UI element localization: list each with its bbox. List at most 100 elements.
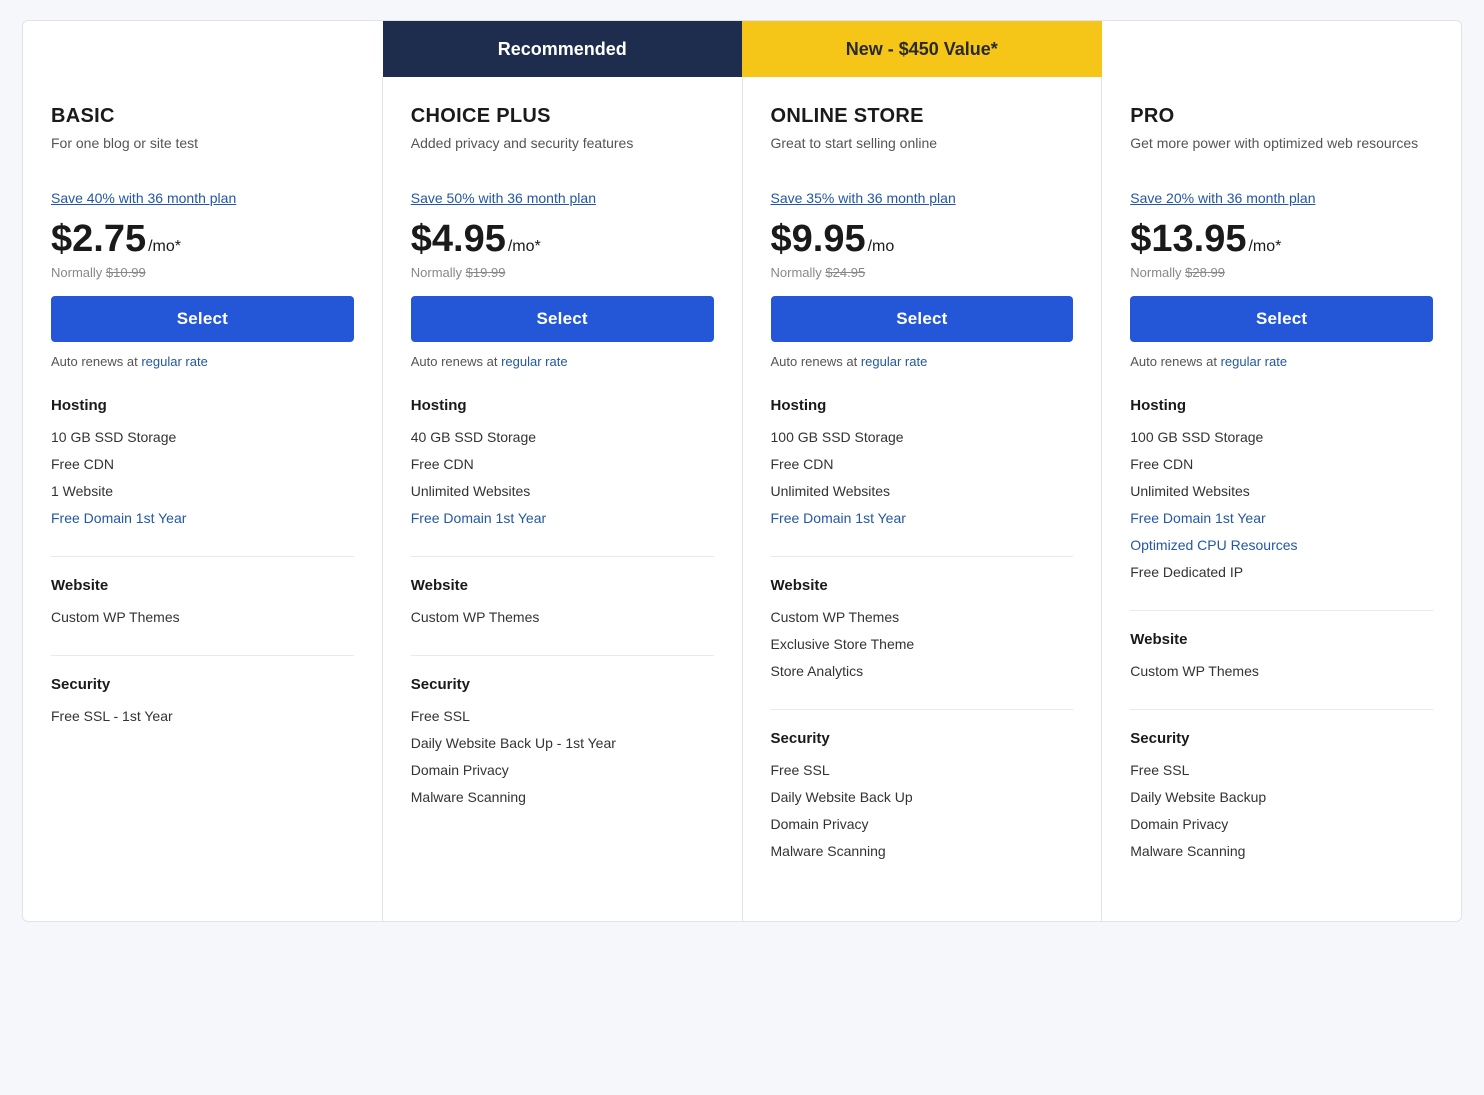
badge-recommended: Recommended [383,21,743,77]
price-row: $2.75 /mo* [51,218,354,261]
hosting-feature: Optimized CPU Resources [1130,532,1433,559]
badge-empty [1102,21,1462,77]
save-link[interactable]: Save 40% with 36 month plan [51,190,354,206]
price-period: /mo* [508,238,541,256]
save-link[interactable]: Save 20% with 36 month plan [1130,190,1433,206]
price-normally: Normally $28.99 [1130,265,1433,280]
price-normally: Normally $24.95 [771,265,1074,280]
plan-name: BASIC [51,105,354,128]
hosting-feature: 100 GB SSD Storage [771,424,1074,451]
plan-basic: BASIC For one blog or site test Save 40%… [23,77,383,921]
badge-new: New - $450 Value* [742,21,1102,77]
regular-rate-link[interactable]: regular rate [861,354,927,369]
price-row: $9.95 /mo [771,218,1074,261]
price-main: $9.95 [771,218,866,261]
auto-renew: Auto renews at regular rate [51,354,354,369]
website-section: Website Custom WP ThemesExclusive Store … [771,577,1074,685]
divider [51,556,354,557]
hosting-feature: Free Domain 1st Year [411,505,714,532]
website-feature: Custom WP Themes [51,604,354,631]
security-section: Security Free SSLDaily Website Back UpDo… [771,730,1074,865]
website-label: Website [411,577,714,594]
security-feature: Daily Website Backup [1130,784,1433,811]
divider [411,556,714,557]
regular-rate-link[interactable]: regular rate [141,354,207,369]
hosting-feature: 10 GB SSD Storage [51,424,354,451]
website-feature: Custom WP Themes [411,604,714,631]
plan-description: Great to start selling online [771,134,1074,174]
hosting-label: Hosting [51,397,354,414]
save-link[interactable]: Save 50% with 36 month plan [411,190,714,206]
select-button[interactable]: Select [411,296,714,342]
security-label: Security [1130,730,1433,747]
save-link[interactable]: Save 35% with 36 month plan [771,190,1074,206]
auto-renew: Auto renews at regular rate [771,354,1074,369]
plan-name: ONLINE STORE [771,105,1074,128]
plan-choice-plus: CHOICE PLUS Added privacy and security f… [383,77,743,921]
regular-rate-link[interactable]: regular rate [1221,354,1287,369]
hosting-section: Hosting 10 GB SSD StorageFree CDN1 Websi… [51,397,354,532]
website-label: Website [51,577,354,594]
pricing-table: Recommended New - $450 Value* BASIC For … [22,20,1462,922]
divider [411,655,714,656]
security-feature: Daily Website Back Up - 1st Year [411,730,714,757]
hosting-feature: Free CDN [1130,451,1433,478]
divider [771,709,1074,710]
price-row: $13.95 /mo* [1130,218,1433,261]
price-period: /mo [868,238,895,256]
security-feature: Malware Scanning [411,784,714,811]
security-feature: Domain Privacy [1130,811,1433,838]
hosting-feature: Free CDN [51,451,354,478]
plan-pro: PRO Get more power with optimized web re… [1102,77,1461,921]
security-feature: Domain Privacy [411,757,714,784]
website-label: Website [1130,631,1433,648]
plan-name: PRO [1130,105,1433,128]
divider [1130,610,1433,611]
select-button[interactable]: Select [51,296,354,342]
security-feature: Free SSL [1130,757,1433,784]
security-feature: Free SSL - 1st Year [51,703,354,730]
hosting-feature: Unlimited Websites [771,478,1074,505]
recommended-label: Recommended [498,39,627,60]
hosting-section: Hosting 40 GB SSD StorageFree CDNUnlimit… [411,397,714,532]
hosting-feature: Free Domain 1st Year [51,505,354,532]
security-feature: Free SSL [771,757,1074,784]
new-label: New - $450 Value* [846,39,998,60]
website-section: Website Custom WP Themes [1130,631,1433,685]
hosting-label: Hosting [411,397,714,414]
divider [1130,709,1433,710]
website-feature: Custom WP Themes [1130,658,1433,685]
price-normally: Normally $10.99 [51,265,354,280]
plan-online-store: ONLINE STORE Great to start selling onli… [743,77,1103,921]
security-feature: Daily Website Back Up [771,784,1074,811]
price-main: $13.95 [1130,218,1246,261]
plans-row: BASIC For one blog or site test Save 40%… [23,77,1461,921]
regular-rate-link[interactable]: regular rate [501,354,567,369]
website-feature: Custom WP Themes [771,604,1074,631]
hosting-feature: Unlimited Websites [411,478,714,505]
price-main: $2.75 [51,218,146,261]
plan-description: Get more power with optimized web resour… [1130,134,1433,174]
divider [771,556,1074,557]
security-label: Security [411,676,714,693]
security-feature: Malware Scanning [1130,838,1433,865]
select-button[interactable]: Select [1130,296,1433,342]
select-button[interactable]: Select [771,296,1074,342]
hosting-feature: 100 GB SSD Storage [1130,424,1433,451]
auto-renew: Auto renews at regular rate [411,354,714,369]
security-section: Security Free SSLDaily Website Back Up -… [411,676,714,811]
auto-renew: Auto renews at regular rate [1130,354,1433,369]
website-feature: Store Analytics [771,658,1074,685]
security-section: Security Free SSLDaily Website BackupDom… [1130,730,1433,865]
security-label: Security [771,730,1074,747]
badge-spacer [23,21,383,77]
hosting-feature: 1 Website [51,478,354,505]
security-feature: Free SSL [411,703,714,730]
security-section: Security Free SSL - 1st Year [51,676,354,730]
hosting-feature: 40 GB SSD Storage [411,424,714,451]
price-row: $4.95 /mo* [411,218,714,261]
website-label: Website [771,577,1074,594]
plan-description: For one blog or site test [51,134,354,174]
hosting-section: Hosting 100 GB SSD StorageFree CDNUnlimi… [1130,397,1433,586]
divider [51,655,354,656]
